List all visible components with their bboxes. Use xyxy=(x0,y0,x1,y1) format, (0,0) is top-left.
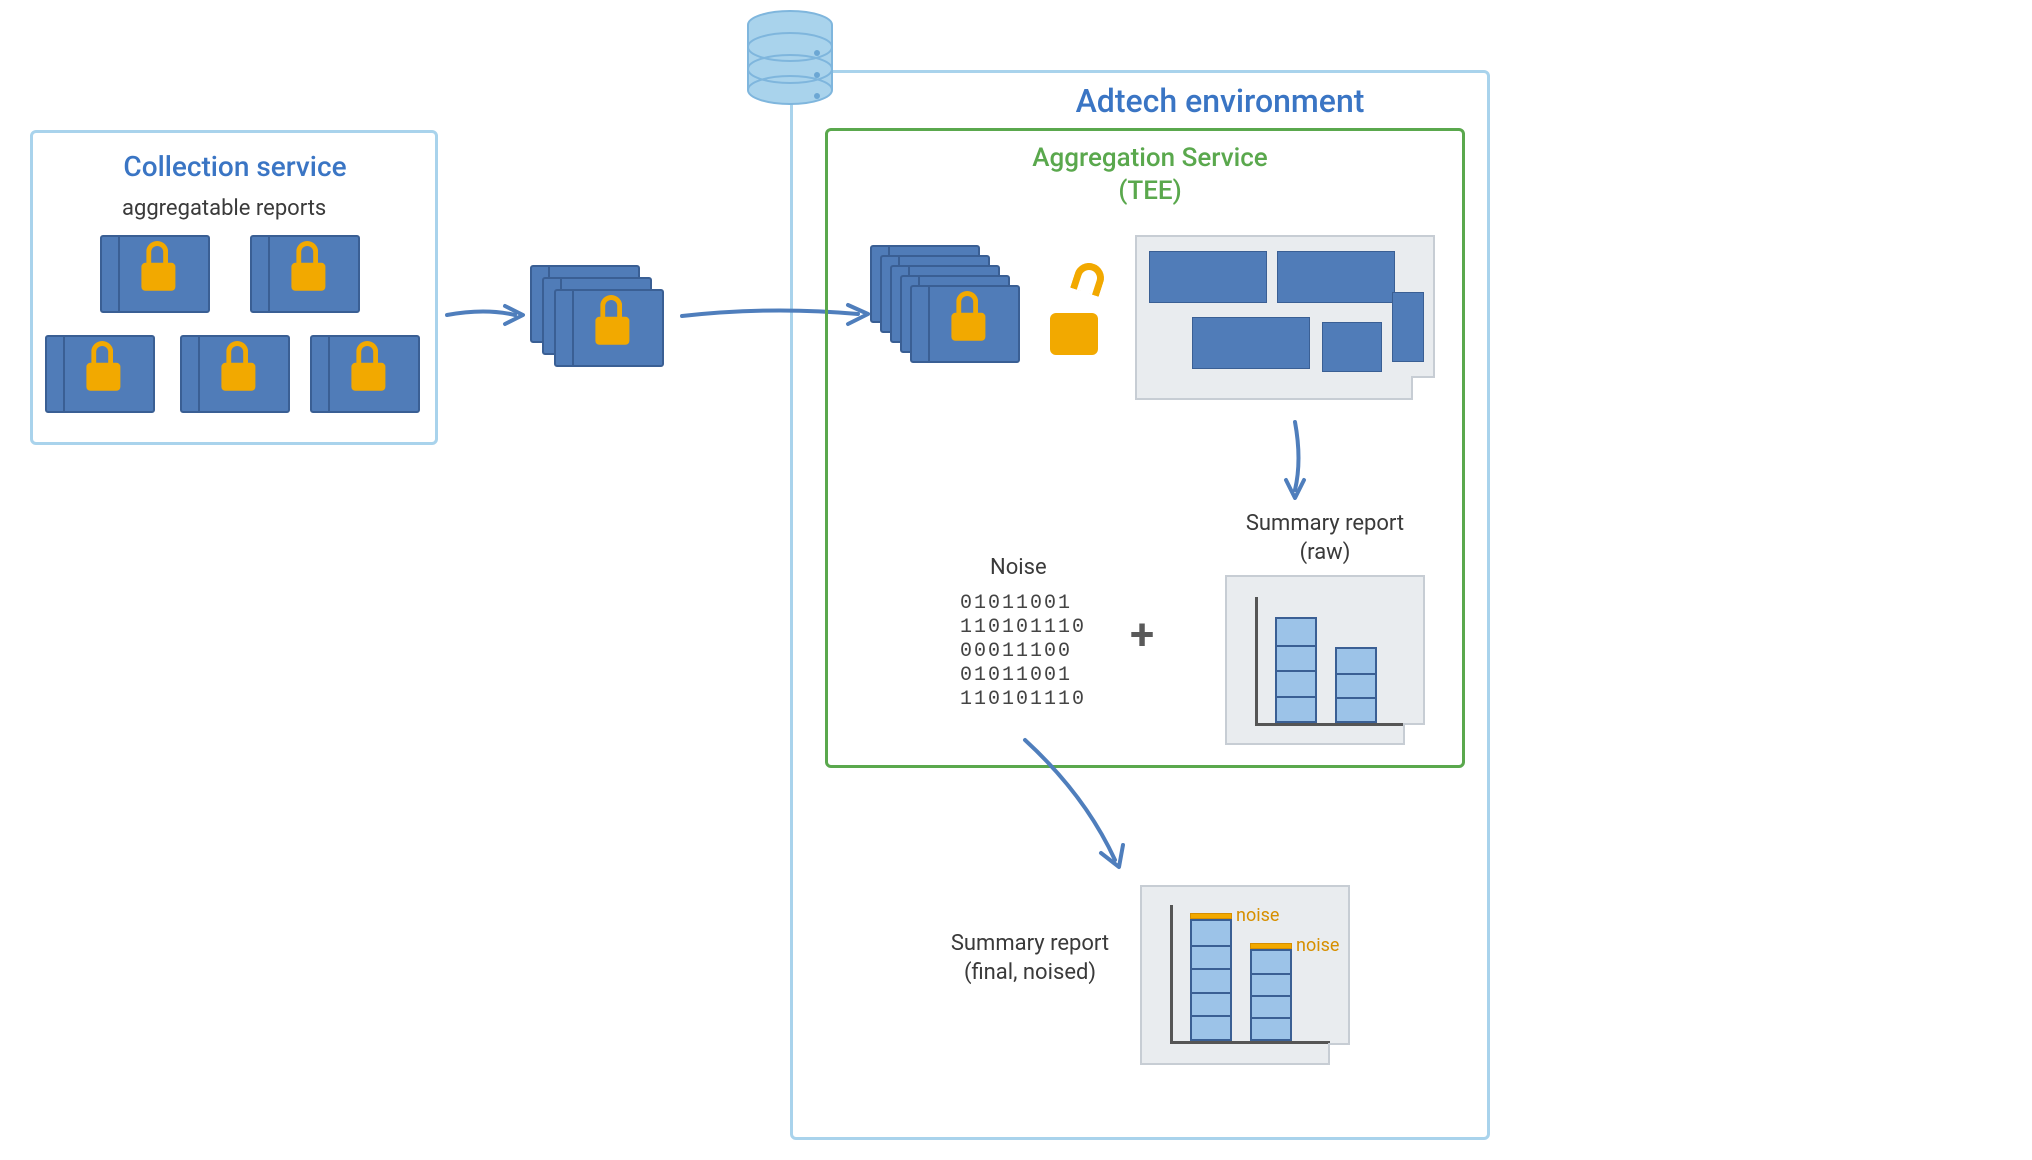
noise-label: Noise xyxy=(990,555,1047,580)
lock-icon xyxy=(951,313,985,341)
unlock-icon xyxy=(1050,285,1120,355)
lock-icon xyxy=(600,295,622,317)
lock-icon xyxy=(146,241,168,263)
lock-icon xyxy=(141,263,175,291)
encrypted-reports-stack xyxy=(870,245,1045,375)
noise-cap xyxy=(1250,943,1292,949)
lock-icon xyxy=(86,363,120,391)
reports-in-transit-stack xyxy=(530,265,680,380)
summary-report-final-label: Summary report (final, noised) xyxy=(930,930,1130,987)
arrow-icon xyxy=(1015,735,1135,875)
lock-icon xyxy=(356,341,378,363)
lock-icon xyxy=(291,263,325,291)
summary-report-raw-chart xyxy=(1225,575,1425,745)
locked-report xyxy=(250,235,360,313)
locked-report xyxy=(310,335,420,413)
summary-report-raw-label: Summary report (raw) xyxy=(1220,510,1430,567)
summary-report-final-chart: noise noise xyxy=(1140,885,1350,1065)
aggregation-service-title-line2: (TEE) xyxy=(1118,176,1181,206)
lock-icon xyxy=(91,341,113,363)
arrow-icon xyxy=(445,300,525,330)
aggregatable-reports-label: aggregatable reports xyxy=(122,196,326,221)
noise-bits: 01011001 110101110 00011100 01011001 110… xyxy=(960,592,1086,712)
decrypted-data-sheet xyxy=(1135,235,1435,400)
lock-icon xyxy=(221,363,255,391)
noise-cap-label: noise xyxy=(1296,935,1339,956)
noise-cap xyxy=(1190,913,1232,919)
lock-icon xyxy=(956,291,978,313)
arrow-icon xyxy=(1280,420,1310,500)
locked-report xyxy=(180,335,290,413)
diagram-root: Adtech environment Collection service ag… xyxy=(0,0,2032,1160)
locked-report xyxy=(100,235,210,313)
database-icon xyxy=(745,10,835,105)
plus-symbol: + xyxy=(1130,608,1154,660)
lock-icon xyxy=(226,341,248,363)
aggregation-service-title: Aggregation Service (TEE) xyxy=(960,142,1340,207)
adtech-environment-title: Adtech environment xyxy=(980,82,1460,120)
lock-icon xyxy=(296,241,318,263)
collection-service-title: Collection service xyxy=(100,150,370,183)
lock-icon xyxy=(595,317,629,345)
noise-cap-label: noise xyxy=(1236,905,1279,926)
aggregation-service-title-line1: Aggregation Service xyxy=(1032,143,1267,173)
locked-report xyxy=(45,335,155,413)
lock-icon xyxy=(351,363,385,391)
